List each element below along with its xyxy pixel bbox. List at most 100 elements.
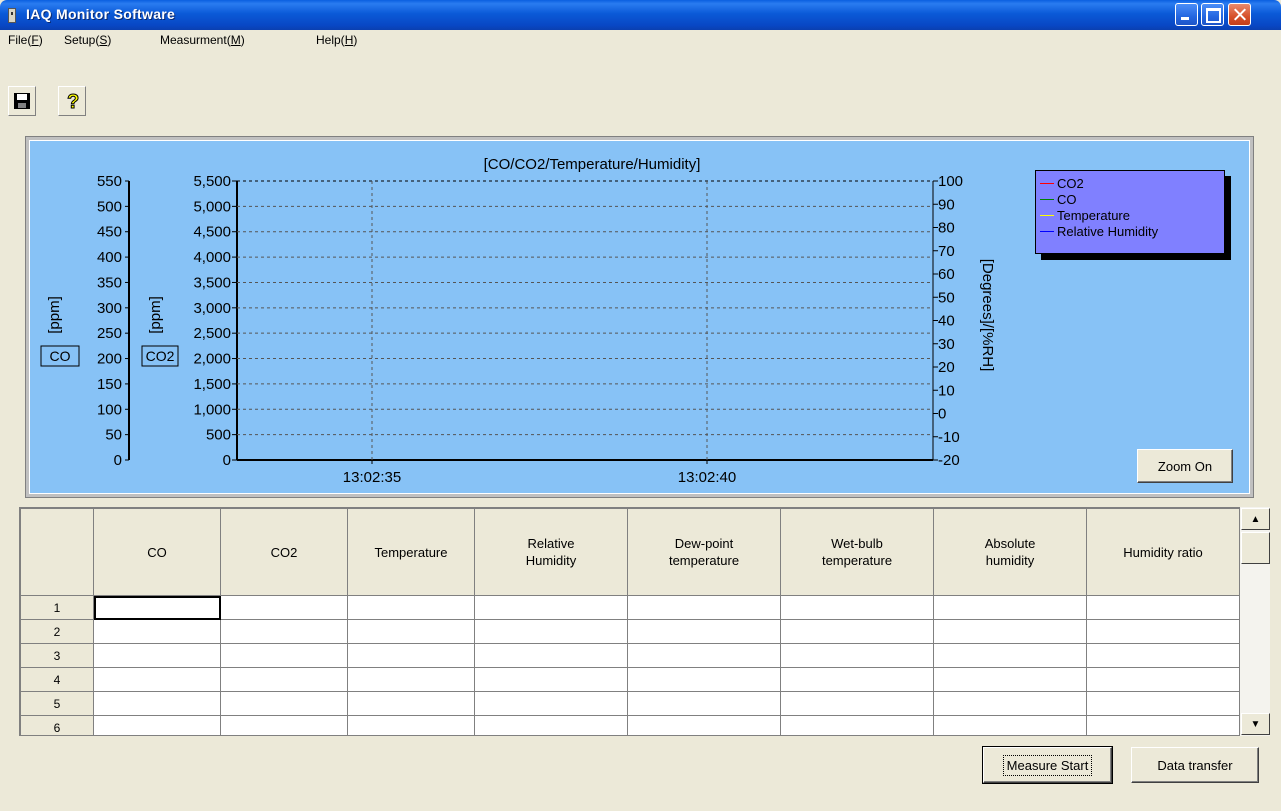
table-column-header[interactable]: Dew-point temperature <box>627 508 781 596</box>
save-button[interactable] <box>8 86 36 116</box>
app-icon[interactable] <box>8 8 16 23</box>
table-cell[interactable] <box>347 667 475 692</box>
table-cell[interactable] <box>1086 643 1240 668</box>
right-tick-label: 60 <box>938 266 955 283</box>
table-cell[interactable] <box>220 715 348 735</box>
table-cell[interactable] <box>933 595 1087 620</box>
right-tick-label: -20 <box>938 452 960 469</box>
table-cell[interactable] <box>474 619 628 644</box>
table-cell[interactable] <box>627 691 781 716</box>
table-cell[interactable] <box>220 595 348 620</box>
co2-tick-label: 1,000 <box>193 401 231 418</box>
table-corner[interactable] <box>20 508 94 596</box>
table-cell[interactable] <box>474 667 628 692</box>
measure-start-button[interactable]: Measure Start <box>982 746 1113 784</box>
table-cell[interactable] <box>627 595 781 620</box>
row-header[interactable]: 3 <box>20 643 94 668</box>
table-cell[interactable] <box>780 619 934 644</box>
table-column-header[interactable]: CO <box>93 508 221 596</box>
table-cell[interactable] <box>627 643 781 668</box>
help-button[interactable]: ? <box>58 86 86 116</box>
table-cell[interactable] <box>933 667 1087 692</box>
table-cell[interactable] <box>933 715 1087 735</box>
table-column-header[interactable]: Temperature <box>347 508 475 596</box>
right-tick-label: 0 <box>938 406 946 423</box>
table-cell[interactable] <box>780 643 934 668</box>
right-axis-label: [Degrees]/[%RH] <box>979 259 996 372</box>
table-cell[interactable] <box>93 715 221 735</box>
table-cell[interactable] <box>93 667 221 692</box>
table-cell[interactable] <box>627 667 781 692</box>
table-column-header[interactable]: Humidity ratio <box>1086 508 1240 596</box>
table-column-header[interactable]: Relative Humidity <box>474 508 628 596</box>
maximize-button[interactable] <box>1201 3 1224 26</box>
table-cell[interactable] <box>780 667 934 692</box>
table-cell[interactable] <box>93 619 221 644</box>
table-cell[interactable] <box>1086 595 1240 620</box>
table-cell[interactable] <box>220 619 348 644</box>
table-cell[interactable] <box>474 643 628 668</box>
grid-scrollbar[interactable]: ▲ ▼ <box>1239 507 1270 736</box>
scroll-thumb[interactable] <box>1241 532 1270 564</box>
right-tick-label: 30 <box>938 336 955 353</box>
close-button[interactable] <box>1228 3 1251 26</box>
table-cell[interactable] <box>627 715 781 735</box>
co-tick-label: 500 <box>97 198 122 215</box>
table-cell[interactable] <box>474 715 628 735</box>
window-title: IAQ Monitor Software <box>26 6 176 22</box>
co-tick-label: 450 <box>97 224 122 241</box>
table-cell[interactable] <box>474 595 628 620</box>
menu-bar: File(F) Setup(S) Measurment(M) Help(H) <box>0 30 1281 52</box>
menu-measurment[interactable]: Measurment(M) <box>160 33 245 47</box>
row-header[interactable]: 2 <box>20 619 94 644</box>
co2-tick-label: 0 <box>223 452 231 469</box>
table-cell[interactable] <box>1086 619 1240 644</box>
table-cell[interactable] <box>1086 691 1240 716</box>
row-header[interactable]: 4 <box>20 667 94 692</box>
scroll-down-icon[interactable]: ▼ <box>1241 713 1270 735</box>
table-cell[interactable] <box>93 595 221 620</box>
table-cell[interactable] <box>1086 667 1240 692</box>
table-cell[interactable] <box>93 643 221 668</box>
menu-setup[interactable]: Setup(S) <box>64 33 111 47</box>
table-cell[interactable] <box>780 715 934 735</box>
data-transfer-button[interactable]: Data transfer <box>1131 747 1259 783</box>
table-cell[interactable] <box>93 691 221 716</box>
table-column-header[interactable]: CO2 <box>220 508 348 596</box>
data-grid[interactable]: CO CO2 Temperature Relative Humidity Dew-poin… <box>19 507 1270 736</box>
table-cell[interactable] <box>347 619 475 644</box>
table-cell[interactable] <box>347 643 475 668</box>
co2-axis-label: [ppm] <box>147 296 164 334</box>
row-header[interactable]: 5 <box>20 691 94 716</box>
table-cell[interactable] <box>933 643 1087 668</box>
right-tick-label: 90 <box>938 196 955 213</box>
table-cell[interactable] <box>474 691 628 716</box>
menu-help[interactable]: Help(H) <box>316 33 357 47</box>
table-cell[interactable] <box>220 691 348 716</box>
table-cell[interactable] <box>347 715 475 735</box>
scroll-up-icon[interactable]: ▲ <box>1241 508 1270 530</box>
menu-file[interactable]: File(F) <box>8 33 43 47</box>
table-cell[interactable] <box>933 619 1087 644</box>
table-cell[interactable] <box>780 595 934 620</box>
table-cell[interactable] <box>1086 715 1240 735</box>
co-tag: CO <box>50 348 71 364</box>
title-bar[interactable]: IAQ Monitor Software <box>0 0 1281 30</box>
table-cell[interactable] <box>933 691 1087 716</box>
table-column-header[interactable]: Absolute humidity <box>933 508 1087 596</box>
table-cell[interactable] <box>220 667 348 692</box>
table-cell[interactable] <box>220 643 348 668</box>
right-tick-label: 10 <box>938 382 955 399</box>
table-cell[interactable] <box>347 595 475 620</box>
row-header[interactable]: 6 <box>20 715 94 735</box>
minimize-button[interactable] <box>1175 3 1198 26</box>
table-cell[interactable] <box>780 691 934 716</box>
table-cell[interactable] <box>627 619 781 644</box>
co-tick-label: 150 <box>97 376 122 393</box>
co-tick-label: 0 <box>114 452 122 469</box>
co2-tick-label: 4,000 <box>193 249 231 266</box>
table-cell[interactable] <box>347 691 475 716</box>
zoom-on-button[interactable]: Zoom On <box>1137 449 1233 483</box>
row-header[interactable]: 1 <box>20 595 94 620</box>
table-column-header[interactable]: Wet-bulb temperature <box>780 508 934 596</box>
